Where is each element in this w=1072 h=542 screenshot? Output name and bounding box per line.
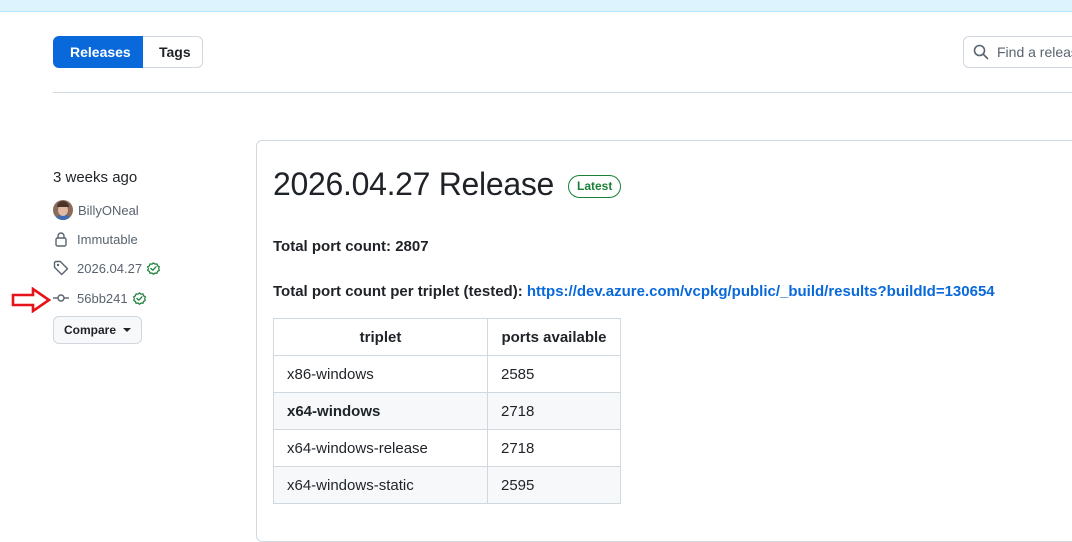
lock-icon (55, 232, 67, 247)
release-author[interactable]: BillyONeal (53, 200, 139, 220)
chevron-down-icon (123, 328, 132, 332)
tag-link[interactable]: 2026.04.27 (77, 261, 142, 276)
search-icon (973, 44, 989, 60)
release-title[interactable]: 2026.04.27 Release (273, 163, 554, 205)
triplet-cell: x64-windows-static (273, 466, 488, 504)
ports-cell: 2585 (487, 355, 621, 393)
verified-check-icon[interactable] (132, 291, 147, 306)
git-commit-icon (53, 294, 69, 302)
per-triplet-label: Total port count per triplet (tested): (273, 283, 523, 300)
column-header-ports: ports available (487, 318, 621, 356)
ports-cell: 2718 (487, 429, 621, 467)
per-triplet-line: Total port count per triplet (tested): h… (273, 283, 995, 300)
immutable-status: Immutable (53, 231, 138, 247)
compare-button[interactable]: Compare (53, 316, 143, 344)
release-commit[interactable]: 56bb241 (53, 290, 147, 306)
tag-icon (53, 260, 69, 276)
top-banner (0, 0, 1072, 12)
tab-tags[interactable]: Tags (143, 36, 203, 68)
build-results-link[interactable]: https://dev.azure.com/vcpkg/public/_buil… (527, 283, 995, 300)
triplet-cell: x64-windows-release (273, 429, 488, 467)
column-header-triplet: triplet (273, 318, 488, 356)
release-search[interactable] (963, 36, 1072, 68)
ports-cell: 2718 (487, 392, 621, 430)
triplet-cell: x86-windows (273, 355, 488, 393)
avatar[interactable] (53, 200, 73, 220)
latest-badge: Latest (568, 175, 622, 198)
total-port-count: Total port count: 2807 (273, 238, 429, 255)
table-row: x64-windows-static 2595 (273, 466, 621, 504)
release-date: 3 weeks ago (53, 169, 138, 186)
table-row: x64-windows 2718 (273, 392, 621, 430)
release-sidebar: 3 weeks ago BillyONeal Immutable 2026.04… (53, 167, 243, 344)
release-tag[interactable]: 2026.04.27 (53, 260, 161, 276)
commit-link[interactable]: 56bb241 (77, 291, 128, 306)
verified-check-icon[interactable] (146, 261, 161, 276)
triplet-cell: x64-windows (273, 392, 488, 430)
author-link[interactable]: BillyONeal (78, 203, 139, 218)
release-tabs: Releases Tags (53, 36, 203, 68)
tab-releases[interactable]: Releases (53, 36, 143, 68)
ports-cell: 2595 (487, 466, 621, 504)
table-row: x64-windows-release 2718 (273, 429, 621, 467)
immutable-label: Immutable (77, 231, 138, 247)
search-input[interactable] (997, 44, 1072, 60)
table-header-row: triplet ports available (273, 318, 621, 356)
compare-label: Compare (64, 323, 117, 337)
table-row: x86-windows 2585 (273, 355, 621, 393)
triplet-table: triplet ports available x86-windows 2585… (273, 318, 621, 504)
red-arrow-annotation (11, 287, 52, 313)
header-divider (53, 92, 1072, 93)
